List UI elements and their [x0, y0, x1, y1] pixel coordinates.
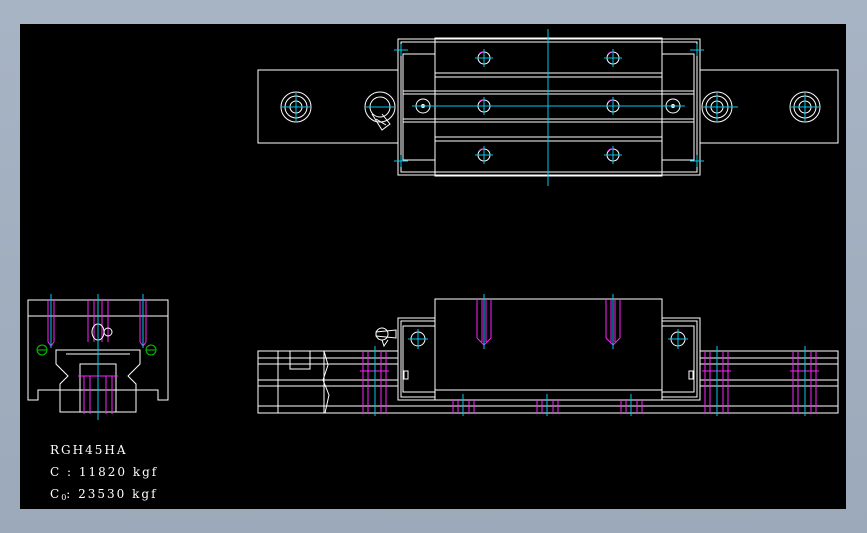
end-view-centerlines: [50, 294, 144, 420]
spec-static-load-value: : 23530 kgf: [66, 487, 158, 501]
spec-model-label: RGH45HA: [50, 443, 128, 457]
spec-static-load-symbol: C: [50, 487, 62, 501]
carriage-outer: [397, 38, 701, 176]
spec-dynamic-load: C : 11820 kgf: [50, 465, 159, 479]
spec-static-load: C0: 23530 kgf: [50, 487, 158, 502]
grease-nipple-top: [364, 91, 396, 131]
carriage-side-body: [434, 298, 663, 401]
linear-guide-drawing: [27, 29, 839, 420]
cad-viewport[interactable]: RGH45HA C : 11820 kgf C0: 23530 kgf: [20, 24, 846, 509]
side-view: [257, 298, 839, 414]
end-view-hidden: [47, 300, 147, 414]
